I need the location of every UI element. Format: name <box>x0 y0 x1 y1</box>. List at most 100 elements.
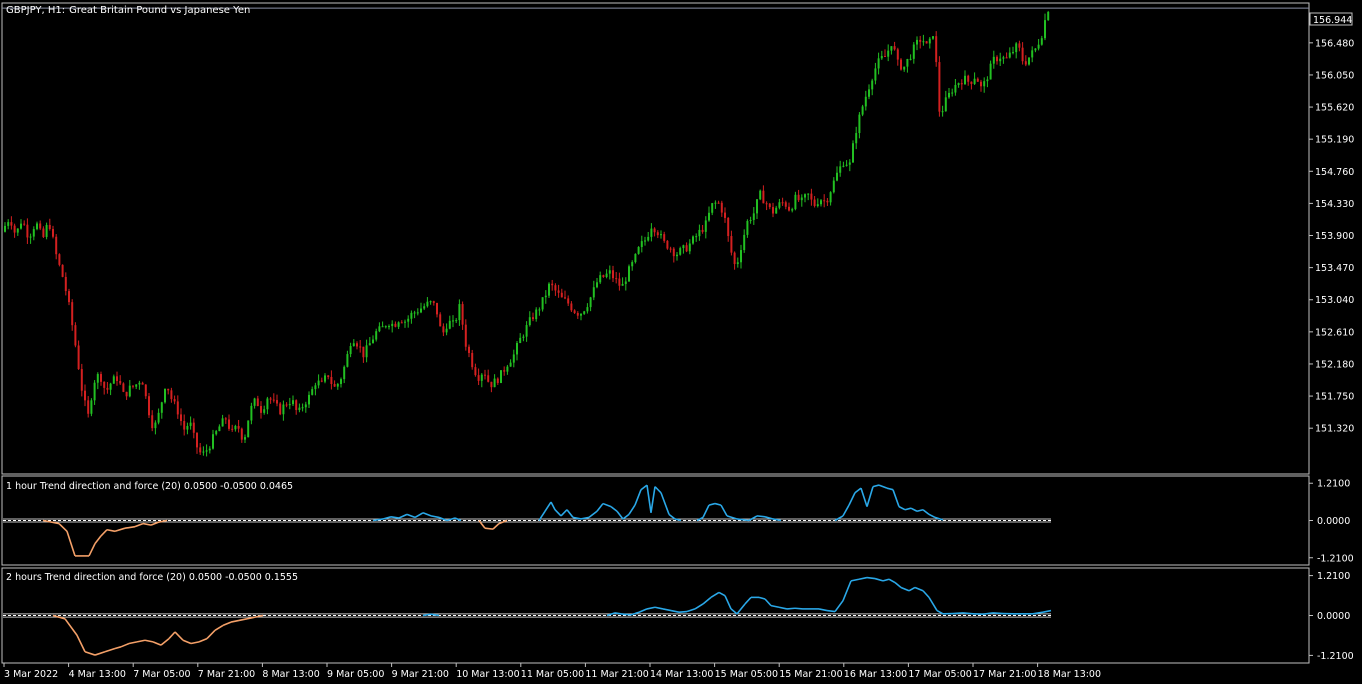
price-tick-label: 151.750 <box>1315 392 1354 403</box>
bear-candle <box>61 264 64 277</box>
bear-candle <box>356 343 358 347</box>
bear-candle <box>720 202 723 213</box>
bear-candle <box>439 314 442 327</box>
bear-candle <box>320 380 323 382</box>
bull-candle <box>378 326 381 332</box>
bull-candle <box>301 407 304 409</box>
bear-candle <box>490 381 493 388</box>
bear-candle <box>733 252 736 265</box>
bull-candle <box>7 222 10 226</box>
bull-candle <box>202 451 205 453</box>
bull-candle <box>423 306 426 309</box>
bear-candle <box>765 203 768 205</box>
bull-candle <box>964 75 966 85</box>
bear-candle <box>560 292 563 298</box>
bull-candle <box>500 370 502 383</box>
bull-candle <box>644 240 646 242</box>
bull-candle <box>807 193 810 195</box>
bear-candle <box>672 248 675 257</box>
bear-candle <box>484 374 486 376</box>
bear-candle <box>144 384 147 397</box>
bull-candle <box>522 336 525 338</box>
bull-candle <box>407 318 410 322</box>
bull-candle <box>916 39 918 45</box>
bear-candle <box>183 420 186 430</box>
bear-candle <box>55 236 58 255</box>
bear-candle <box>231 428 234 430</box>
bull-candle <box>1040 38 1043 45</box>
time-tick-label: 7 Mar 05:00 <box>133 669 190 680</box>
bull-candle <box>999 58 1002 62</box>
bull-candle <box>599 275 602 283</box>
bear-candle <box>663 234 666 241</box>
bull-candle <box>1015 43 1018 53</box>
bear-candle <box>176 401 179 415</box>
time-tick-label: 9 Mar 05:00 <box>327 669 384 680</box>
price-tick-label: 156.050 <box>1315 70 1354 81</box>
bear-candle <box>996 56 998 62</box>
bear-candle <box>330 376 333 385</box>
bull-candle <box>836 172 838 181</box>
bull-candle <box>695 236 698 238</box>
bull-candle <box>634 253 637 263</box>
bull-candle <box>215 431 218 435</box>
bear-candle <box>573 310 576 313</box>
bear-candle <box>925 41 928 44</box>
bull-candle <box>493 378 496 388</box>
bear-candle <box>823 200 826 202</box>
bull-candle <box>509 362 512 367</box>
bull-candle <box>986 79 989 82</box>
bear-candle <box>116 376 118 382</box>
bull-candle <box>410 312 413 319</box>
bull-candle <box>250 405 253 421</box>
bear-candle <box>487 375 490 382</box>
bear-candle <box>279 403 282 415</box>
bear-candle <box>768 203 771 208</box>
bull-candle <box>954 84 957 93</box>
bull-candle <box>253 398 256 406</box>
bear-candle <box>567 298 570 304</box>
bull-candle <box>480 374 483 381</box>
bull-candle <box>906 58 909 67</box>
time-tick-label: 16 Mar 13:00 <box>844 669 907 680</box>
bear-candle <box>685 245 688 252</box>
bull-candle <box>1044 20 1046 39</box>
bull-candle <box>525 325 528 337</box>
bull-candle <box>426 301 429 307</box>
bear-candle <box>1018 43 1021 48</box>
bear-candle <box>938 62 941 112</box>
bull-candle <box>861 106 864 115</box>
bear-candle <box>503 370 506 372</box>
bull-candle <box>397 322 400 327</box>
bear-candle <box>359 346 362 348</box>
trend-down-segment <box>484 527 494 530</box>
bull-candle <box>832 180 835 193</box>
bull-candle <box>743 234 746 251</box>
bull-candle <box>948 92 950 98</box>
bull-candle <box>759 190 762 200</box>
bull-candle <box>778 202 781 208</box>
bull-candle <box>839 166 842 173</box>
bull-candle <box>157 412 160 423</box>
bull-candle <box>1028 57 1030 65</box>
bull-candle <box>32 229 35 237</box>
trend-up-segment <box>826 609 836 613</box>
price-tick-label: 155.620 <box>1315 103 1354 114</box>
bull-candle <box>429 301 432 303</box>
bull-candle <box>154 422 157 429</box>
bull-candle <box>340 379 342 384</box>
bear-candle <box>762 190 765 204</box>
bear-candle <box>68 291 70 303</box>
bear-candle <box>960 83 963 85</box>
chart-canvas[interactable]: GBPJPY, H1: Great Britain Pound vs Japane… <box>0 0 1362 684</box>
bear-candle <box>896 49 899 60</box>
bull-candle <box>864 96 867 107</box>
bear-candle <box>228 419 230 429</box>
bull-candle <box>506 366 509 372</box>
indicator-tick-label: 0.0000 <box>1317 611 1350 622</box>
time-tick-label: 4 Mar 13:00 <box>69 669 126 680</box>
bear-candle <box>224 418 227 420</box>
bear-candle <box>272 399 275 401</box>
bull-candle <box>164 388 166 403</box>
bull-candle <box>445 328 448 333</box>
